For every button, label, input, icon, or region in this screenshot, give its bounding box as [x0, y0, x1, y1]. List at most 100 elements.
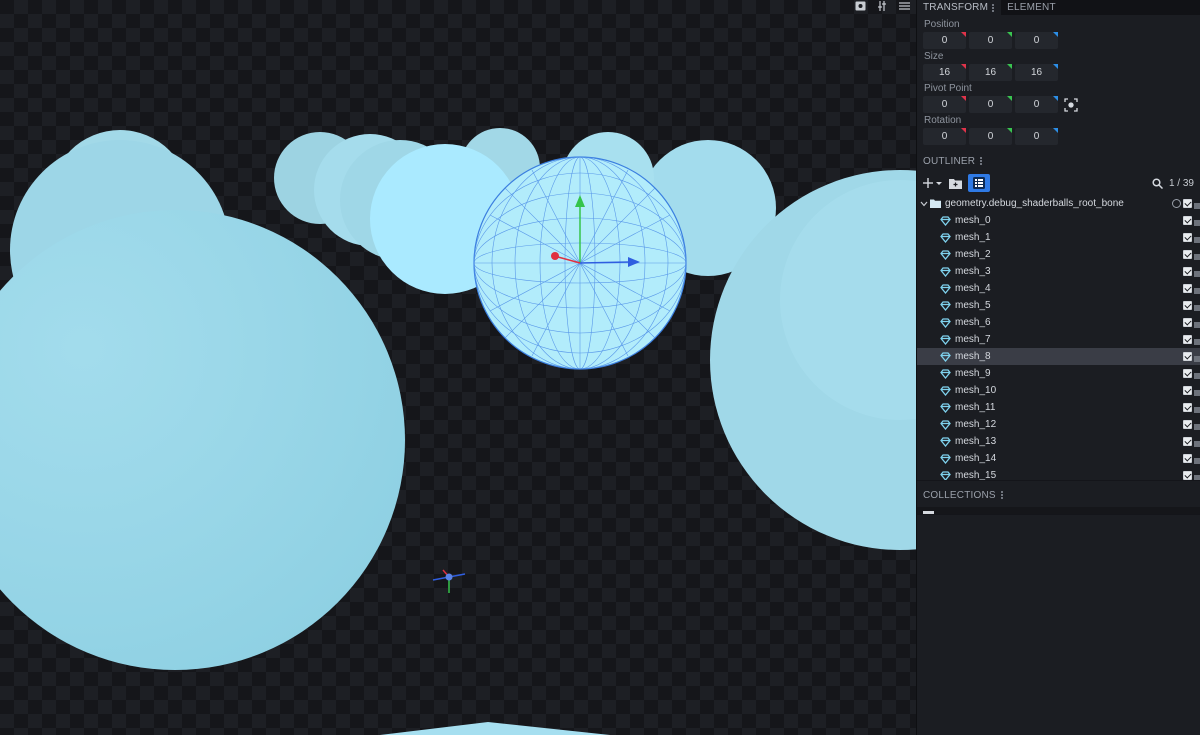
- tree-row-mesh_0[interactable]: mesh_0: [917, 212, 1200, 229]
- outliner-tree: geometry.debug_shaderballs_root_bone mes…: [917, 195, 1200, 484]
- outliner-view-toggle[interactable]: [968, 174, 990, 192]
- size-row: 16 16 16: [923, 64, 1200, 81]
- pivot-z-input[interactable]: 0: [1015, 96, 1058, 113]
- tab-transform[interactable]: TRANSFORM: [917, 0, 1002, 15]
- mesh-icon: [939, 249, 951, 261]
- outliner-section: OUTLINER 1 / 39 geometry.debug_shaderbal…: [917, 153, 1200, 484]
- lock-toggle-icon[interactable]: [1172, 199, 1181, 208]
- outliner-menu-icon[interactable]: [980, 156, 983, 166]
- visibility-checkbox[interactable]: [1183, 199, 1192, 208]
- tree-row-mesh_1[interactable]: mesh_1: [917, 229, 1200, 246]
- rotation-x-input[interactable]: 0: [923, 128, 966, 145]
- rotation-y-input[interactable]: 0: [969, 128, 1012, 145]
- visibility-checkbox[interactable]: [1183, 471, 1192, 480]
- visibility-checkbox[interactable]: [1183, 369, 1192, 378]
- tree-row-label: mesh_1: [955, 232, 991, 243]
- position-y-input[interactable]: 0: [969, 32, 1012, 49]
- visibility-checkbox[interactable]: [1183, 403, 1192, 412]
- collections-title: COLLECTIONS: [923, 489, 996, 501]
- tree-row-mesh_10[interactable]: mesh_10: [917, 382, 1200, 399]
- collections-menu-icon[interactable]: [1000, 490, 1004, 500]
- mesh-icon: [939, 300, 951, 312]
- sliders-icon[interactable]: [876, 0, 888, 12]
- tab-element-label: ELEMENT: [1007, 2, 1056, 13]
- mesh-icon: [939, 436, 951, 448]
- tree-row-mesh_12[interactable]: mesh_12: [917, 416, 1200, 433]
- tree-row-mesh_14[interactable]: mesh_14: [917, 450, 1200, 467]
- camera-icon[interactable]: [854, 0, 866, 12]
- add-group-icon[interactable]: [949, 174, 962, 192]
- viewport-toolbar: [854, 0, 910, 12]
- pivot-y-input[interactable]: 0: [969, 96, 1012, 113]
- 3d-viewport[interactable]: [0, 0, 916, 735]
- size-z-input[interactable]: 16: [1015, 64, 1058, 81]
- collections-list: [917, 514, 1200, 735]
- center-pivot-icon[interactable]: [1064, 97, 1078, 112]
- tree-row-mesh_7[interactable]: mesh_7: [917, 331, 1200, 348]
- add-dropdown-button[interactable]: [923, 174, 943, 192]
- rotation-label: Rotation: [924, 115, 962, 126]
- visibility-checkbox[interactable]: [1183, 454, 1192, 463]
- scene-render[interactable]: [0, 0, 916, 735]
- tree-row-mesh_9[interactable]: mesh_9: [917, 365, 1200, 382]
- tab-menu-icon[interactable]: [992, 3, 995, 13]
- tree-row-mesh_5[interactable]: mesh_5: [917, 297, 1200, 314]
- visibility-checkbox[interactable]: [1183, 284, 1192, 293]
- tree-row-label: mesh_0: [955, 215, 991, 226]
- size-label: Size: [924, 51, 944, 62]
- selected-sphere[interactable]: [473, 156, 687, 370]
- tab-element[interactable]: ELEMENT: [1001, 0, 1062, 15]
- visibility-checkbox[interactable]: [1183, 233, 1192, 242]
- tree-row-mesh_13[interactable]: mesh_13: [917, 433, 1200, 450]
- visibility-checkbox[interactable]: [1183, 301, 1192, 310]
- visibility-checkbox[interactable]: [1183, 352, 1192, 361]
- tree-row-mesh_4[interactable]: mesh_4: [917, 280, 1200, 297]
- properties-panel: TRANSFORM ELEMENT Position 0 0 0 Size 16…: [916, 0, 1200, 735]
- tree-row-mesh_3[interactable]: mesh_3: [917, 263, 1200, 280]
- visibility-checkbox[interactable]: [1183, 216, 1192, 225]
- tree-row-label: mesh_6: [955, 317, 991, 328]
- panel-tabbar: TRANSFORM ELEMENT: [917, 0, 1200, 15]
- position-x-input[interactable]: 0: [923, 32, 966, 49]
- size-y-input[interactable]: 16: [969, 64, 1012, 81]
- world-origin-gizmo: [432, 569, 466, 593]
- root-group-label: geometry.debug_shaderballs_root_bone: [945, 198, 1124, 209]
- chevron-down-icon[interactable]: [919, 201, 929, 207]
- tree-row-label: mesh_10: [955, 385, 997, 396]
- transform-section: Position 0 0 0 Size 16 16 16 Pivot Point…: [917, 15, 1200, 145]
- visibility-checkbox[interactable]: [1183, 267, 1192, 276]
- rotation-z-input[interactable]: 0: [1015, 128, 1058, 145]
- tree-row-mesh_2[interactable]: mesh_2: [917, 246, 1200, 263]
- outliner-toolbar: 1 / 39: [917, 173, 1200, 193]
- position-z-input[interactable]: 0: [1015, 32, 1058, 49]
- menu-icon[interactable]: [898, 0, 910, 12]
- tree-row-mesh_8[interactable]: mesh_8: [917, 348, 1200, 365]
- visibility-checkbox[interactable]: [1183, 335, 1192, 344]
- tree-row-label: mesh_11: [955, 402, 996, 413]
- mesh-icon: [939, 317, 951, 329]
- visibility-checkbox[interactable]: [1183, 437, 1192, 446]
- tree-row-label: mesh_3: [955, 266, 991, 277]
- visibility-checkbox[interactable]: [1183, 386, 1192, 395]
- tree-root-row[interactable]: geometry.debug_shaderballs_root_bone: [917, 195, 1200, 212]
- visibility-checkbox[interactable]: [1183, 318, 1192, 327]
- mesh-icon: [939, 453, 951, 465]
- visibility-checkbox[interactable]: [1183, 250, 1192, 259]
- pivot-label: Pivot Point: [924, 83, 972, 94]
- search-icon[interactable]: [1152, 177, 1163, 189]
- position-row: 0 0 0: [923, 32, 1200, 49]
- outliner-search-area: 1 / 39: [1152, 178, 1194, 189]
- tree-row-mesh_11[interactable]: mesh_11: [917, 399, 1200, 416]
- sphere-bottom[interactable]: [380, 722, 610, 735]
- mesh-icon: [939, 402, 951, 414]
- visibility-checkbox[interactable]: [1183, 420, 1192, 429]
- tree-row-label: mesh_12: [955, 419, 997, 430]
- mesh-icon: [939, 232, 951, 244]
- position-label: Position: [924, 19, 960, 30]
- tree-row-mesh_6[interactable]: mesh_6: [917, 314, 1200, 331]
- size-x-input[interactable]: 16: [923, 64, 966, 81]
- mesh-icon: [939, 368, 951, 380]
- pivot-x-input[interactable]: 0: [923, 96, 966, 113]
- tree-row-label: mesh_7: [955, 334, 991, 345]
- pivot-row: 0 0 0: [923, 96, 1200, 113]
